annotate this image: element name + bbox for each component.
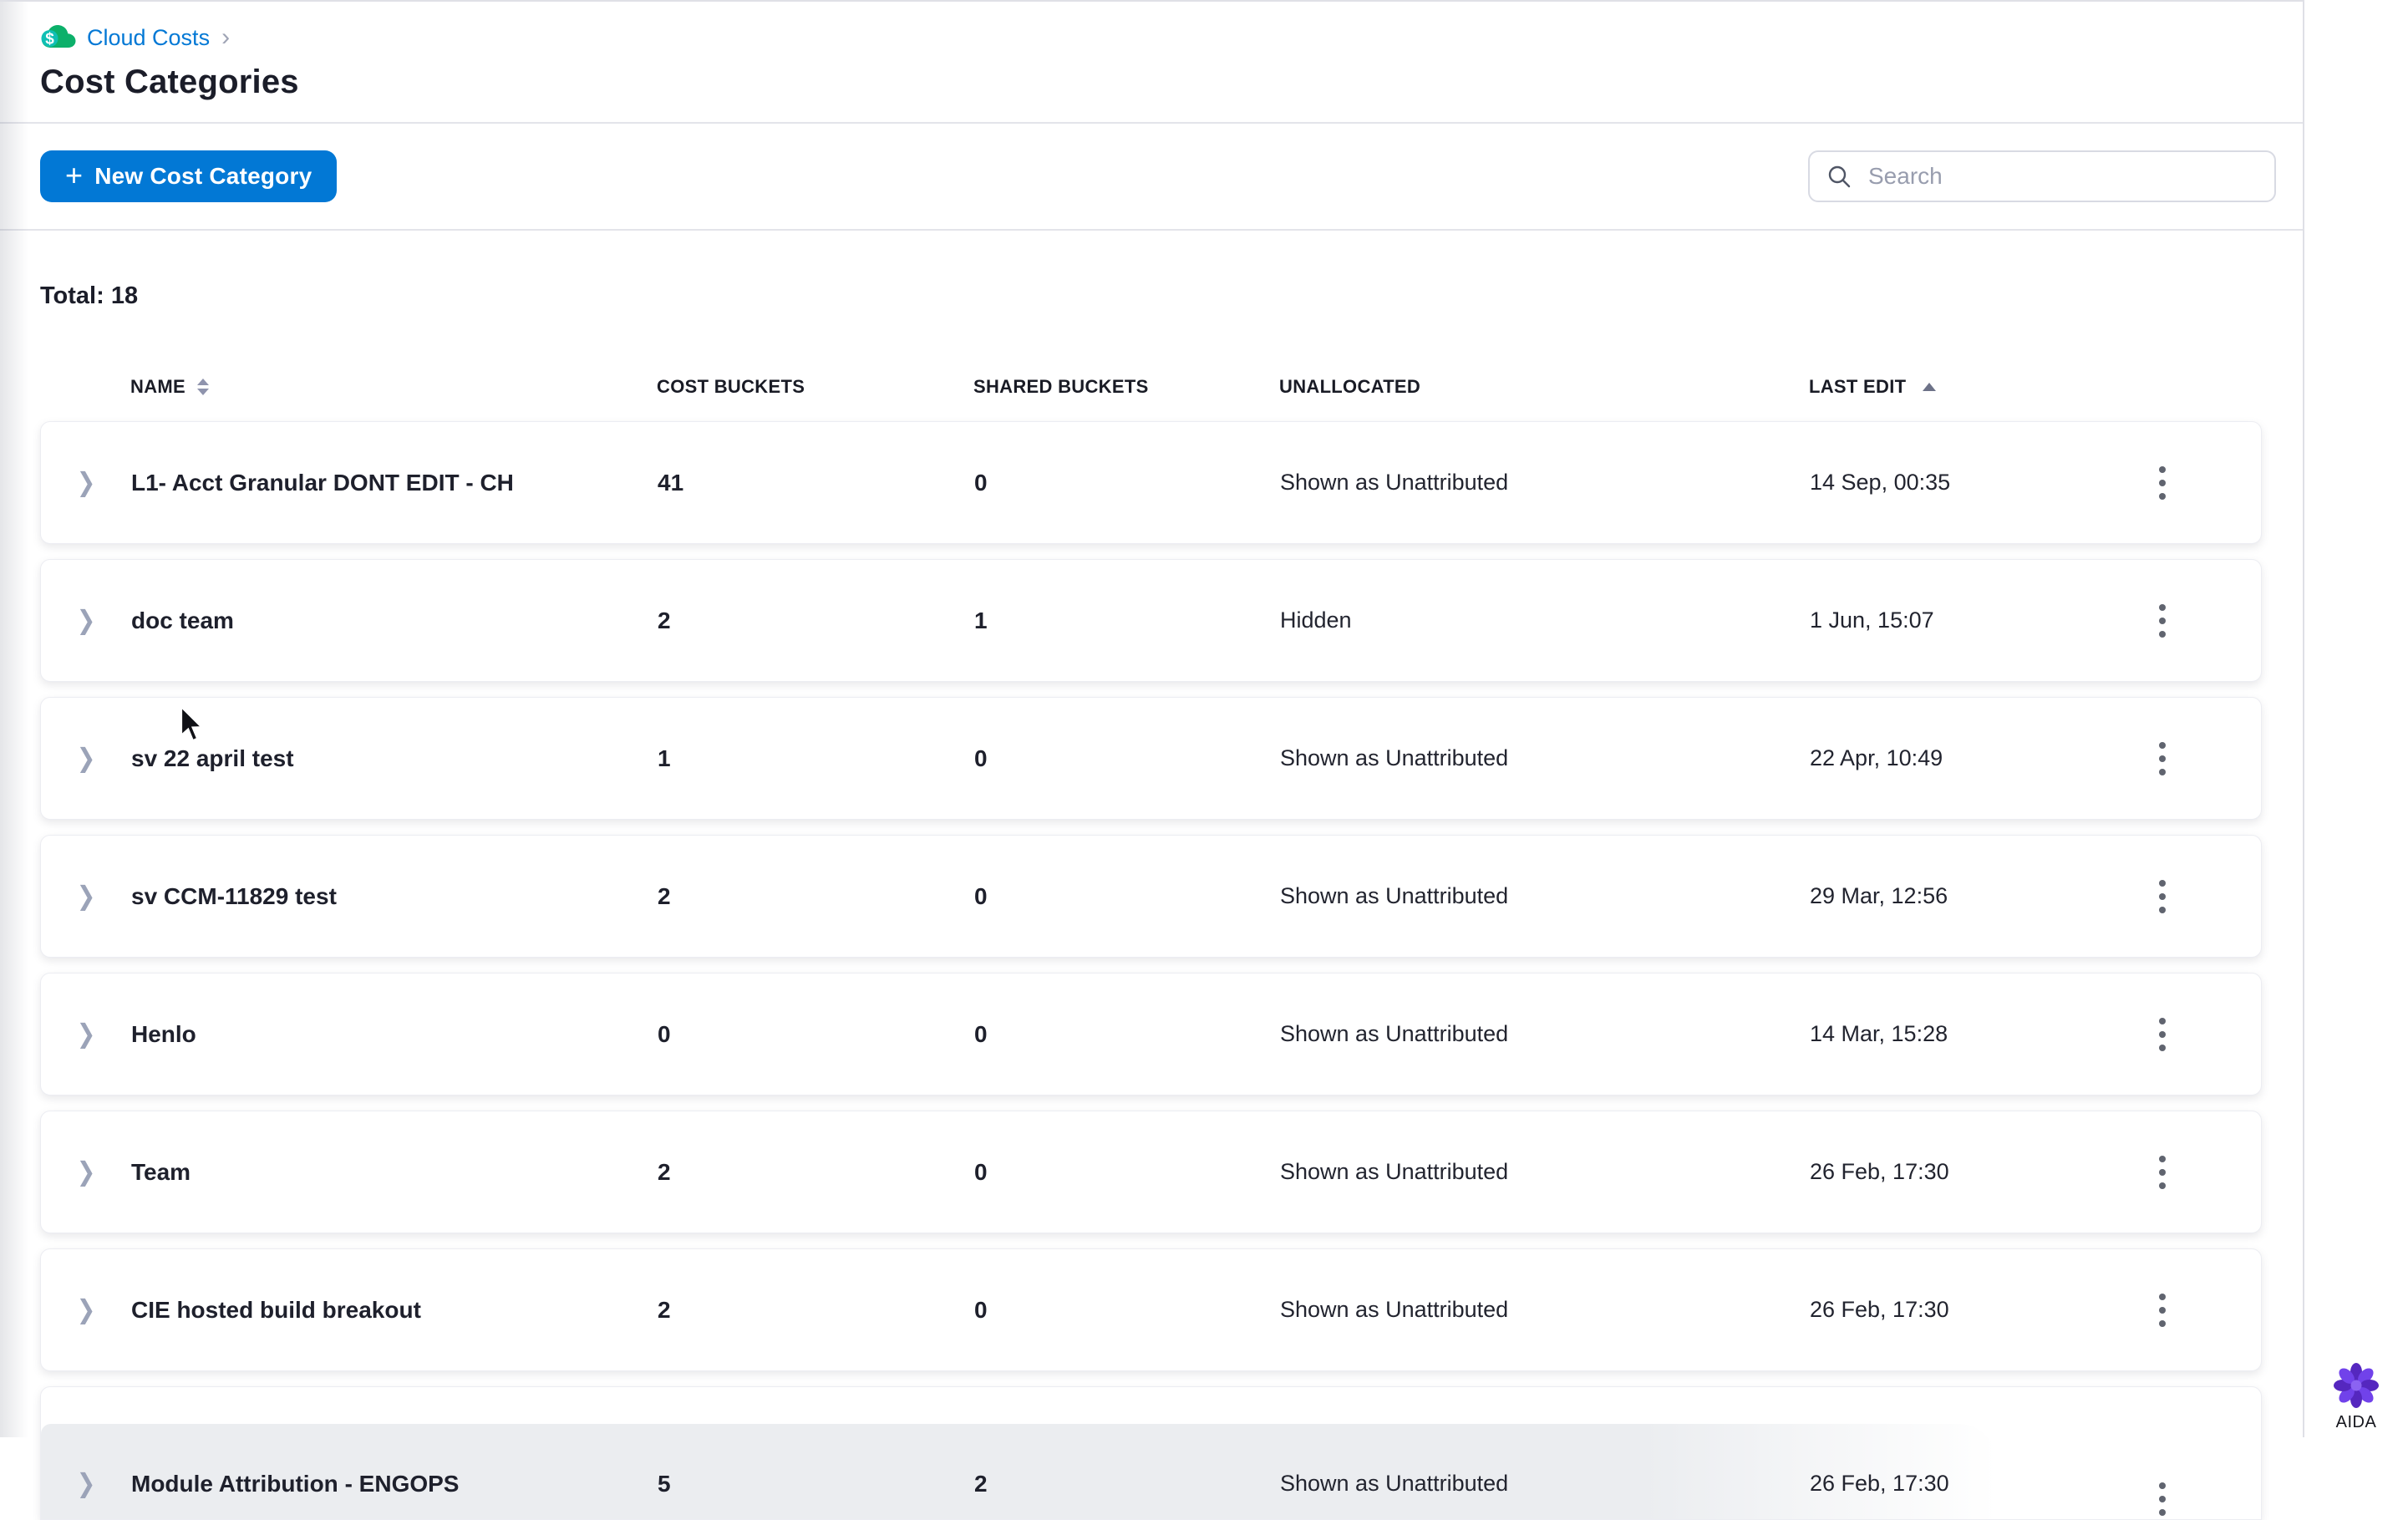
row-unallocated: Shown as Unattributed xyxy=(1280,470,1509,495)
row-menu-kebab-icon[interactable] xyxy=(2147,1471,2177,1519)
row-last-edit: 26 Feb, 17:30 xyxy=(1810,1471,1949,1496)
table-row-partial[interactable]: ❯ Module Attribution - ENGOPS 5 2 Shown … xyxy=(40,1386,2262,1520)
row-shared-buckets: 0 xyxy=(974,745,988,771)
table-header-row: NAME COST BUCKETS SHARED BUCKETS UNALLOC… xyxy=(40,369,2262,405)
new-cost-category-button[interactable]: + New Cost Category xyxy=(40,150,338,202)
aida-flower-icon xyxy=(2330,1360,2382,1411)
table-row[interactable]: ❯ L1- Acct Granular DONT EDIT - CH 41 0 … xyxy=(40,421,2262,544)
row-last-edit: 14 Mar, 15:28 xyxy=(1810,1021,1948,1046)
breadcrumb: $ Cloud Costs › xyxy=(40,22,2303,53)
row-unallocated: Shown as Unattributed xyxy=(1280,1021,1509,1046)
row-unallocated: Shown as Unattributed xyxy=(1280,745,1509,770)
row-last-edit: 22 Apr, 10:49 xyxy=(1810,745,1943,770)
row-name: Module Attribution - ENGOPS xyxy=(131,1471,460,1497)
row-last-edit: 14 Sep, 00:35 xyxy=(1810,470,1951,495)
row-menu-kebab-icon[interactable] xyxy=(2147,730,2177,787)
row-name: sv 22 april test xyxy=(131,745,294,771)
row-cost-buckets: 2 xyxy=(658,1158,671,1185)
row-name: Team xyxy=(131,1158,191,1185)
toolbar: + New Cost Category xyxy=(0,124,2303,231)
sort-both-icon xyxy=(196,379,209,395)
search-box[interactable] xyxy=(1808,150,2276,202)
row-unallocated: Shown as Unattributed xyxy=(1280,1471,1509,1496)
column-header-last-edit[interactable]: LAST EDIT xyxy=(1809,376,2093,398)
expand-chevron-icon[interactable]: ❯ xyxy=(77,1469,96,1499)
table-row[interactable]: ❯ doc team 2 1 Hidden 1 Jun, 15:07 xyxy=(40,559,2262,682)
table-row[interactable]: ❯ Team 2 0 Shown as Unattributed 26 Feb,… xyxy=(40,1111,2262,1233)
row-last-edit: 29 Mar, 12:56 xyxy=(1810,883,1948,908)
row-shared-buckets: 0 xyxy=(974,1296,988,1323)
table-row[interactable]: ❯ CIE hosted build breakout 2 0 Shown as… xyxy=(40,1248,2262,1371)
expand-chevron-icon[interactable]: ❯ xyxy=(77,1157,96,1187)
search-input[interactable] xyxy=(1867,162,2258,191)
aida-assistant-button[interactable]: AIDA xyxy=(2330,1360,2382,1432)
row-unallocated: Hidden xyxy=(1280,607,1352,633)
aida-label: AIDA xyxy=(2335,1413,2377,1431)
expand-chevron-icon[interactable]: ❯ xyxy=(77,1019,96,1050)
breadcrumb-link-cloud-costs[interactable]: Cloud Costs xyxy=(87,25,210,51)
sort-asc-icon xyxy=(1923,383,1937,391)
row-cost-buckets: 0 xyxy=(658,1020,671,1047)
row-name: CIE hosted build breakout xyxy=(131,1296,421,1323)
right-gutter: AIDA xyxy=(2304,0,2408,1437)
row-shared-buckets: 2 xyxy=(974,1471,988,1497)
row-unallocated: Shown as Unattributed xyxy=(1280,1297,1509,1322)
cloud-costs-module-icon: $ xyxy=(40,24,77,51)
row-cost-buckets: 2 xyxy=(658,607,671,633)
row-menu-kebab-icon[interactable] xyxy=(2147,868,2177,925)
row-last-edit: 26 Feb, 17:30 xyxy=(1810,1297,1949,1322)
row-menu-kebab-icon[interactable] xyxy=(2147,1006,2177,1063)
column-header-cost-buckets[interactable]: COST BUCKETS xyxy=(657,376,973,398)
expand-chevron-icon[interactable]: ❯ xyxy=(77,882,96,912)
row-menu-kebab-icon[interactable] xyxy=(2147,592,2177,649)
breadcrumb-separator-icon: › xyxy=(221,23,231,51)
row-name: Henlo xyxy=(131,1020,196,1047)
column-header-name[interactable]: NAME xyxy=(130,376,657,398)
row-cost-buckets: 2 xyxy=(658,882,671,909)
plus-icon: + xyxy=(65,157,84,192)
expand-chevron-icon[interactable]: ❯ xyxy=(77,468,96,498)
column-header-shared-buckets[interactable]: SHARED BUCKETS xyxy=(973,376,1279,398)
cost-category-list: ❯ L1- Acct Granular DONT EDIT - CH 41 0 … xyxy=(40,421,2262,1520)
table-row[interactable]: ❯ Henlo 0 0 Shown as Unattributed 14 Mar… xyxy=(40,973,2262,1096)
row-cost-buckets: 41 xyxy=(658,469,684,496)
row-menu-kebab-icon[interactable] xyxy=(2147,1144,2177,1201)
row-name: L1- Acct Granular DONT EDIT - CH xyxy=(131,469,514,496)
table-row[interactable]: ❯ sv CCM-11829 test 2 0 Shown as Unattri… xyxy=(40,835,2262,958)
row-menu-kebab-icon[interactable] xyxy=(2147,1282,2177,1339)
new-cost-category-label: New Cost Category xyxy=(94,163,312,189)
row-last-edit: 1 Jun, 15:07 xyxy=(1810,607,1934,633)
expand-chevron-icon[interactable]: ❯ xyxy=(77,1295,96,1325)
row-menu-kebab-icon[interactable] xyxy=(2147,455,2177,511)
row-shared-buckets: 0 xyxy=(974,882,988,909)
row-shared-buckets: 1 xyxy=(974,607,988,633)
row-name: sv CCM-11829 test xyxy=(131,882,337,909)
row-shared-buckets: 0 xyxy=(974,1020,988,1047)
column-header-unallocated[interactable]: UNALLOCATED xyxy=(1279,376,1809,398)
row-shared-buckets: 0 xyxy=(974,1158,988,1185)
total-count: Total: 18 xyxy=(40,282,139,309)
search-icon xyxy=(1826,164,1852,189)
page-header: $ Cloud Costs › Cost Categories xyxy=(0,2,2303,124)
row-cost-buckets: 1 xyxy=(658,745,671,771)
table-row[interactable]: ❯ sv 22 april test 1 0 Shown as Unattrib… xyxy=(40,697,2262,820)
row-shared-buckets: 0 xyxy=(974,469,988,496)
row-unallocated: Shown as Unattributed xyxy=(1280,1159,1509,1184)
row-unallocated: Shown as Unattributed xyxy=(1280,883,1509,908)
page-title: Cost Categories xyxy=(40,64,299,100)
expand-chevron-icon[interactable]: ❯ xyxy=(77,744,96,774)
row-cost-buckets: 2 xyxy=(658,1296,671,1323)
row-name: doc team xyxy=(131,607,234,633)
row-last-edit: 26 Feb, 17:30 xyxy=(1810,1159,1949,1184)
row-cost-buckets: 5 xyxy=(658,1471,671,1497)
main-content-panel: $ Cloud Costs › Cost Categories + New Co… xyxy=(0,0,2304,1520)
expand-chevron-icon[interactable]: ❯ xyxy=(77,606,96,636)
svg-text:$: $ xyxy=(45,31,54,48)
